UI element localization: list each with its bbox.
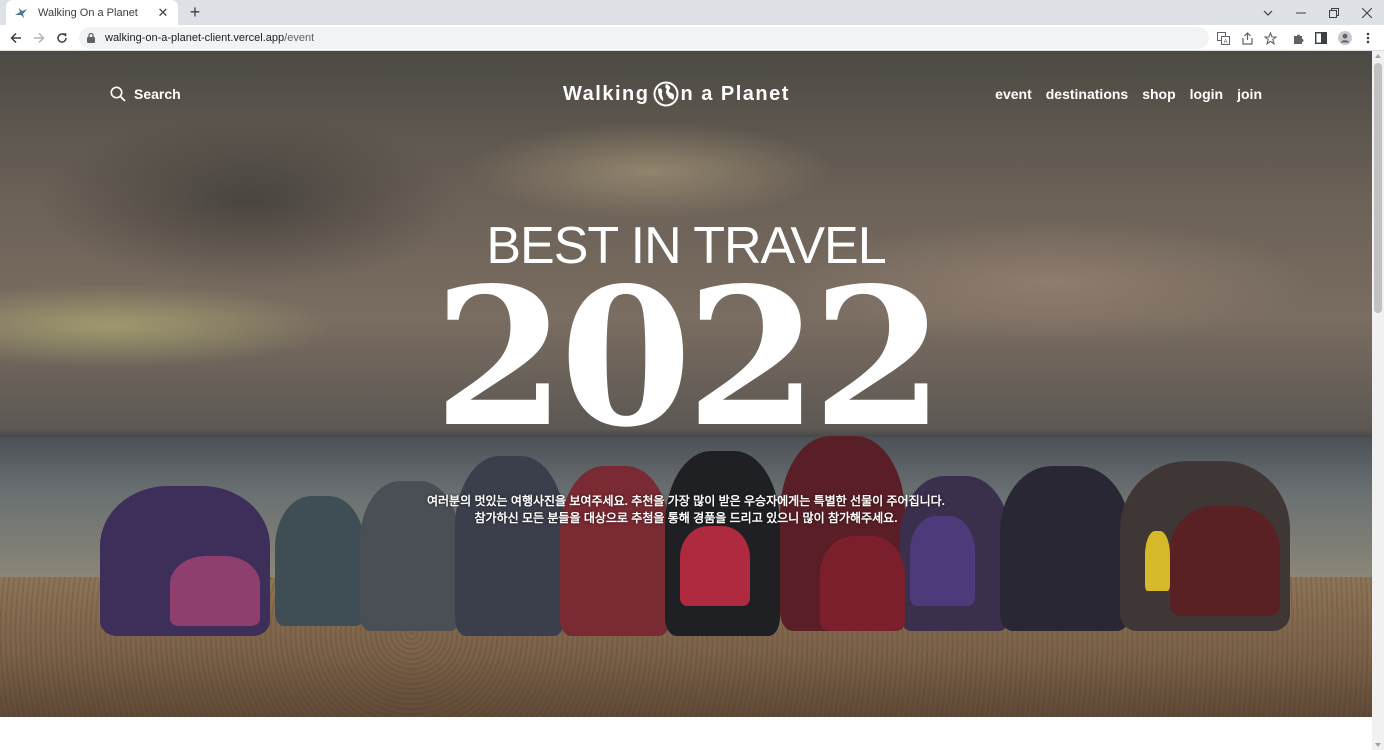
site-logo[interactable]: Walking n a Planet [563,81,790,107]
nav-join[interactable]: join [1237,86,1262,102]
side-panel-icon[interactable] [1311,28,1331,48]
bird-favicon-icon [14,6,28,20]
main-menu: event destinations shop login join [995,86,1262,102]
address-bar[interactable]: walking-on-a-planet-client.vercel.app/ev… [79,27,1209,49]
share-icon[interactable] [1237,28,1257,48]
bookmark-star-icon[interactable] [1260,28,1280,48]
globe-icon [653,81,679,107]
page-scrollbar[interactable] [1372,51,1384,750]
search-button[interactable]: Search [110,86,181,102]
scrollbar-thumb[interactable] [1374,63,1382,313]
extensions-puzzle-icon[interactable] [1288,28,1308,48]
tab-close-icon[interactable]: ✕ [156,5,170,21]
search-label: Search [134,86,181,102]
browser-toolbar: walking-on-a-planet-client.vercel.app/ev… [0,25,1384,51]
hero-caption: 여러분의 멋있는 여행사진을 보여주세요. 추천을 가장 많이 받은 우승자에게… [0,493,1372,527]
logo-text-suffix: n a Planet [680,82,790,105]
restore-button[interactable] [1317,0,1351,25]
minimize-button[interactable] [1284,0,1318,25]
profile-avatar-icon[interactable] [1335,28,1355,48]
svg-text:A: A [1223,39,1227,45]
magnifier-icon [110,86,126,102]
logo-text-prefix: Walking [563,82,650,105]
tab-title: Walking On a Planet [38,6,138,19]
hero-caption-line-1: 여러분의 멋있는 여행사진을 보여주세요. 추천을 가장 많이 받은 우승자에게… [426,494,946,508]
page-viewport: Search Walking n a Planet event destinat… [0,51,1372,750]
close-window-button[interactable] [1350,0,1384,25]
nav-login[interactable]: login [1190,86,1223,102]
new-tab-button[interactable]: + [186,3,204,21]
hero-year: 2022 [433,246,945,469]
tab-strip: Walking On a Planet ✕ + [0,0,1384,25]
kebab-menu-icon[interactable] [1358,28,1378,48]
nav-shop[interactable]: shop [1142,86,1175,102]
scroll-up-arrow-icon[interactable] [1375,54,1381,58]
url-text[interactable]: walking-on-a-planet-client.vercel.app/ev… [105,32,314,44]
back-arrow-icon[interactable] [6,28,26,48]
nav-destinations[interactable]: destinations [1046,86,1128,102]
reload-icon[interactable] [52,28,72,48]
translate-icon[interactable]: A [1213,28,1233,48]
tab-walking-on-a-planet[interactable]: Walking On a Planet ✕ [6,0,178,25]
forward-arrow-icon[interactable] [29,28,49,48]
scroll-down-arrow-icon[interactable] [1375,743,1381,747]
site-header: Search Walking n a Planet event destinat… [0,51,1372,141]
hero-caption-line-2: 참가하신 모든 분들을 대상으로 추첨을 통해 경품을 드리고 있으니 많이 참… [474,511,898,525]
tab-search-chevron-icon[interactable] [1251,0,1285,25]
lock-icon[interactable] [87,32,97,44]
nav-event[interactable]: event [995,86,1032,102]
hero-banner: Search Walking n a Planet event destinat… [0,51,1372,717]
